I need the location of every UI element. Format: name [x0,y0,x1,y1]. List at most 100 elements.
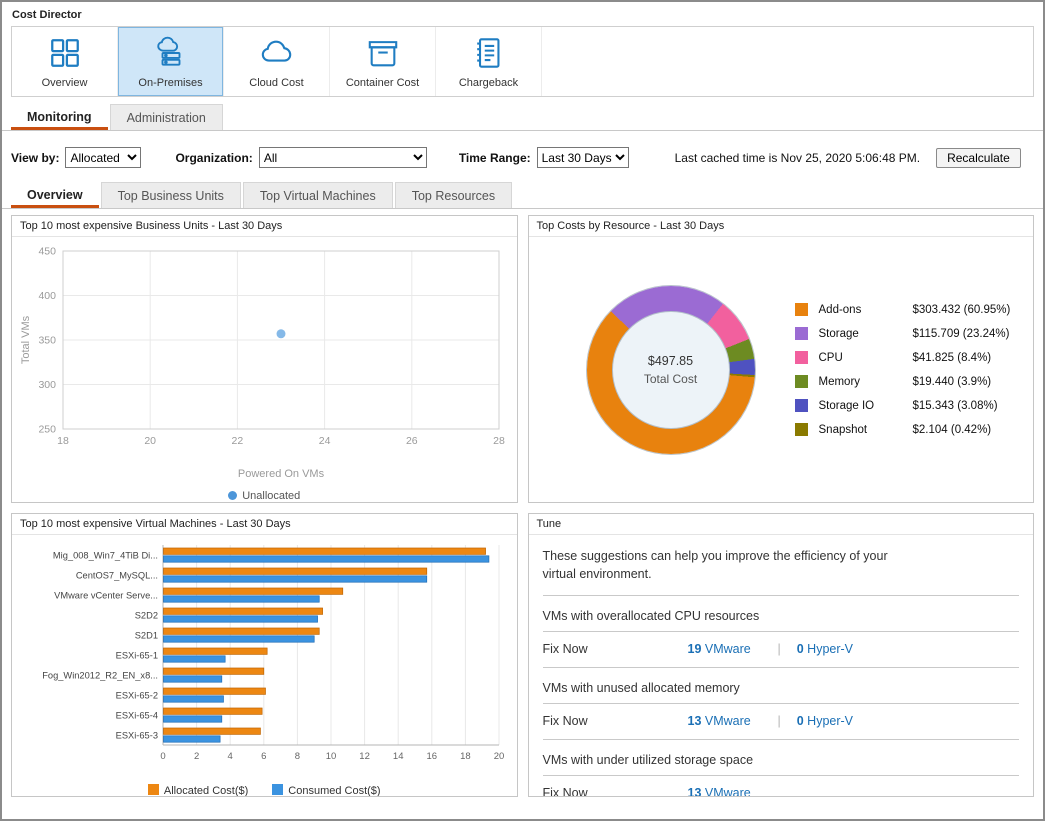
total-cost-value: $497.85 [648,354,693,368]
legend-swatch-storage-io [795,399,808,412]
divider [543,631,1020,632]
view-by-select[interactable]: Allocated [65,147,141,168]
link-divider: | [778,642,781,656]
legend-swatch [148,784,159,795]
recalculate-button[interactable]: Recalculate [936,148,1021,168]
legend-swatch-memory [795,375,808,388]
svg-text:8: 8 [295,751,300,762]
hyper-v-count-link[interactable]: 0 Hyper-V [797,714,853,728]
fix-now-row: Fix Now13 VMware [543,786,1020,796]
svg-text:18: 18 [57,435,69,447]
toolbar-button-overview[interactable]: Overview [12,27,118,96]
fix-now-link[interactable]: Fix Now [543,786,688,796]
legend-swatch-snapshot [795,423,808,436]
hyper-v-count-link[interactable]: 0 Hyper-V [797,642,853,656]
panel-costs-by-resource: Top Costs by Resource - Last 30 Days $49… [528,215,1035,503]
scatter-plot: 182022242628250300350400450Powered On VM… [12,243,517,486]
donut-chart-area: $497.85 Total Cost Add-ons$303.432 (60.9… [529,237,1034,502]
legend-value: $41.825 (8.4%) [913,352,1011,364]
subtab-top-business-units[interactable]: Top Business Units [101,182,241,208]
divider [543,775,1020,776]
toolbar-button-label: On-Premises [138,77,202,89]
panel-title: Top 10 most expensive Virtual Machines -… [12,514,517,535]
svg-text:Mig_008_Win7_4TiB Di...: Mig_008_Win7_4TiB Di... [53,551,158,561]
bar-chart: Mig_008_Win7_4TiB Di...CentOS7_MySQL...V… [12,539,517,780]
legend-label: Memory [819,376,903,388]
legend-swatch-storage [795,327,808,340]
svg-text:2: 2 [194,751,199,762]
toolbar-button-label: Cloud Cost [249,77,303,89]
toolbar-button-on-premises[interactable]: On-Premises [118,27,224,96]
legend-swatch-cpu [795,351,808,364]
link-divider: | [778,714,781,728]
toolbar-button-label: Chargeback [459,77,518,89]
tab-monitoring[interactable]: Monitoring [11,104,108,130]
legend-value: $2.104 (0.42%) [913,424,1011,436]
vmware-count-link[interactable]: 19 VMware [688,642,778,656]
legend-swatch-add-ons [795,303,808,316]
organization-select[interactable]: All [259,147,427,168]
svg-text:22: 22 [231,435,243,447]
svg-text:26: 26 [406,435,418,447]
legend-item-allocated-cost: Allocated Cost($) [148,784,248,797]
vmware-count-link[interactable]: 13 VMware [688,714,778,728]
legend-dot-icon [228,491,237,500]
legend-swatch [272,784,283,795]
fix-now-link[interactable]: Fix Now [543,714,688,728]
svg-text:14: 14 [393,751,404,762]
toolbar-button-label: Overview [42,77,88,89]
svg-text:Fog_Win2012_R2_EN_x8...: Fog_Win2012_R2_EN_x8... [42,671,158,681]
tab-administration[interactable]: Administration [110,104,223,130]
svg-text:24: 24 [319,435,331,447]
legend-label: Snapshot [819,424,903,436]
panel-title: Top 10 most expensive Business Units - L… [12,216,517,237]
subtab-top-virtual-machines[interactable]: Top Virtual Machines [243,182,393,208]
bar-chart-area: Mig_008_Win7_4TiB Di...CentOS7_MySQL...V… [12,535,517,796]
svg-text:Powered On VMs: Powered On VMs [238,468,325,480]
toolbar-button-cloud-cost[interactable]: Cloud Cost [224,27,330,96]
module-toolbar: Overview On-Premises Cloud Cost Container C… [11,26,1034,97]
filter-bar: View by: Allocated Organization: All Tim… [11,147,1034,168]
svg-text:28: 28 [493,435,505,447]
last-cached-time-text: Last cached time is Nov 25, 2020 5:06:48… [675,151,920,165]
svg-text:ESXi-65-3: ESXi-65-3 [116,731,158,741]
svg-text:ESXi-65-2: ESXi-65-2 [116,691,158,701]
svg-text:6: 6 [261,751,266,762]
subtab-overview[interactable]: Overview [11,182,99,208]
svg-text:ESXi-65-4: ESXi-65-4 [116,711,158,721]
legend-value: $19.440 (3.9%) [913,376,1011,388]
svg-text:S2D2: S2D2 [135,611,158,621]
cloud-icon [260,36,294,70]
divider [543,595,1020,596]
scatter-legend: Unallocated [12,486,517,502]
vmware-count-link[interactable]: 13 VMware [688,786,778,796]
tune-suggestion-heading: VMs with overallocated CPU resources [543,609,1020,623]
svg-text:10: 10 [326,751,337,762]
chargeback-ledger-icon [472,36,506,70]
tune-suggestion-heading: VMs with unused allocated memory [543,681,1020,695]
svg-text:Total VMs: Total VMs [20,315,32,364]
time-range-select[interactable]: Last 30 Days [537,147,629,168]
toolbar-button-container-cost[interactable]: Container Cost [330,27,436,96]
legend-label: Storage IO [819,400,903,412]
main-tab-bar: MonitoringAdministration [2,104,1043,131]
tune-suggestion-heading: VMs with under utilized storage space [543,753,1020,767]
svg-text:S2D1: S2D1 [135,631,158,641]
organization-label: Organization: [175,151,252,165]
tune-sections: VMs with overallocated CPU resources Fix … [543,609,1020,796]
page-title: Cost Director [2,2,1043,26]
legend-value: $115.709 (23.24%) [913,328,1011,340]
toolbar-button-chargeback[interactable]: Chargeback [436,27,542,96]
bar-chart-legend: Allocated Cost($) Consumed Cost($) [12,780,517,796]
legend-value: $15.343 (3.08%) [913,400,1011,412]
svg-text:400: 400 [38,290,56,302]
divider [543,739,1020,740]
svg-text:450: 450 [38,246,56,258]
svg-text:VMware vCenter Serve...: VMware vCenter Serve... [54,591,158,601]
subtab-top-resources[interactable]: Top Resources [395,182,512,208]
svg-text:0: 0 [161,751,166,762]
svg-text:4: 4 [228,751,233,762]
tune-intro-text: These suggestions can help you improve t… [543,547,915,583]
fix-now-link[interactable]: Fix Now [543,642,688,656]
legend-item-consumed-cost: Consumed Cost($) [272,784,380,797]
